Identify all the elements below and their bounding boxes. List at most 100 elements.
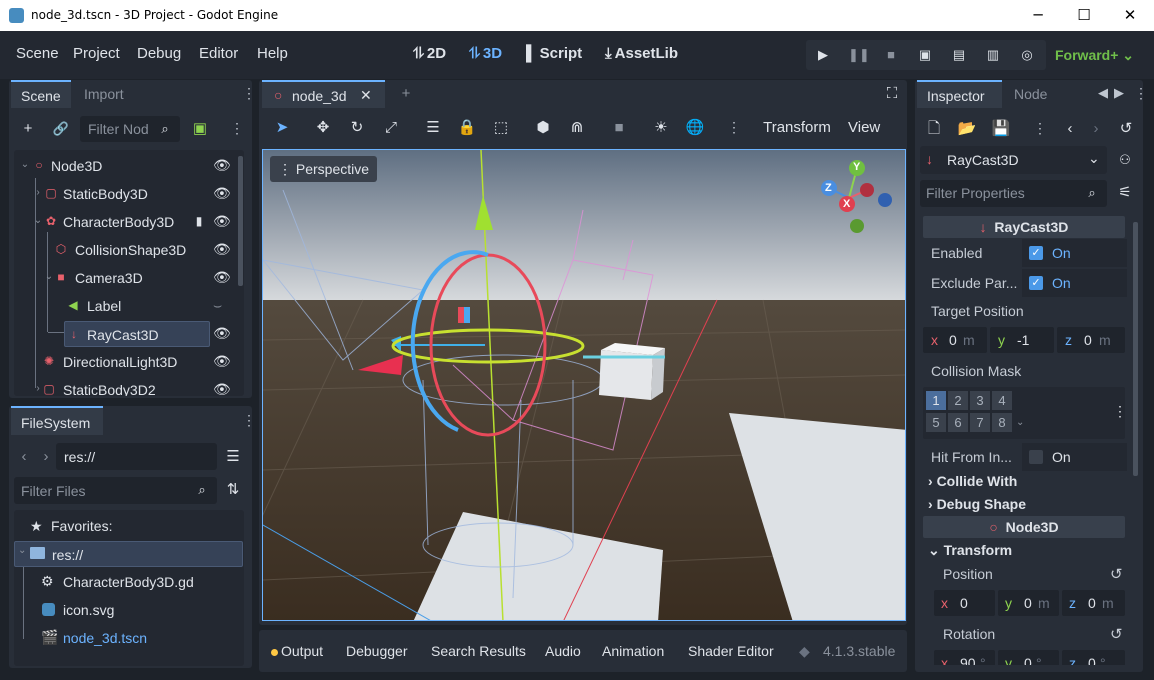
tree-raycast3d[interactable]: ↓ RayCast3D — [64, 321, 210, 347]
snap-icon[interactable]: ⋒ — [567, 116, 587, 140]
layer-options-icon[interactable]: ⋮ — [1113, 403, 1127, 420]
environment-preview-icon[interactable]: 🌐 — [685, 116, 705, 140]
target-x-field[interactable]: x 0 m — [923, 327, 987, 353]
tab-debugger[interactable]: Debugger — [346, 643, 408, 659]
transform-group[interactable]: ⌄ Transform — [928, 542, 1012, 559]
reset-icon[interactable]: ↺ — [1110, 565, 1123, 583]
file-row[interactable]: ⚙ CharacterBody3D.gd — [14, 569, 243, 595]
chevron-down-icon[interactable]: ⌄ — [31, 214, 45, 228]
tab-animation[interactable]: Animation — [602, 643, 664, 659]
tree-camera3d[interactable]: ⌄ ■ Camera3D 👁 — [10, 265, 236, 291]
sort-icon[interactable]: ⇅ — [223, 480, 243, 500]
select-tool-icon[interactable]: ➤ — [272, 116, 292, 140]
3d-viewport[interactable]: ⋮ Perspective Y Z X — [262, 149, 906, 621]
back-icon[interactable]: ‹ — [14, 447, 34, 467]
menu-debug[interactable]: Debug — [137, 45, 181, 62]
renderer-selector[interactable]: Forward+ ⌄ — [1055, 47, 1134, 64]
tree-node3d[interactable]: ⌄ ○ Node3D 👁 — [10, 153, 236, 179]
rotation-y-field[interactable]: y 0 ° — [998, 650, 1059, 665]
play-scene-icon[interactable]: ▤ — [950, 46, 968, 64]
position-y-field[interactable]: y 0 m — [998, 590, 1059, 616]
target-y-field[interactable]: y -1 — [990, 327, 1054, 353]
rotation-z-field[interactable]: z 0 ° — [1062, 650, 1125, 665]
sun-preview-icon[interactable]: ☀ — [651, 116, 671, 140]
chevron-down-icon[interactable]: ⌄ — [18, 545, 26, 556]
chevron-down-icon[interactable]: ⌄ — [1016, 417, 1024, 428]
forward-icon[interactable]: › — [36, 447, 56, 467]
dock-move-right-icon[interactable]: ▶ — [1114, 85, 1124, 101]
tab-audio[interactable]: Audio — [545, 643, 581, 659]
menu-help[interactable]: Help — [257, 45, 288, 62]
mask-layer-1[interactable]: 1 — [926, 391, 946, 410]
perspective-menu[interactable]: ⋮ Perspective — [270, 156, 378, 182]
open-folder-icon[interactable]: 📂 — [957, 119, 977, 139]
reset-icon[interactable]: ↺ — [1110, 625, 1123, 643]
split-view-icon[interactable]: ☰ — [223, 447, 243, 467]
lock-icon[interactable]: 🔒 — [457, 116, 477, 140]
workspace-2d-button[interactable]: ⥮ 2D — [413, 45, 446, 62]
view-gizmo[interactable]: Y Z X — [819, 158, 899, 238]
scale-tool-icon[interactable]: ⤢ — [381, 116, 401, 140]
hit-from-inside-checkbox[interactable] — [1029, 450, 1043, 464]
visibility-hidden-icon[interactable]: ⌣ — [213, 297, 222, 314]
move-tool-icon[interactable]: ✥ — [313, 116, 333, 140]
resource-options-icon[interactable]: ⋮ — [1033, 121, 1047, 137]
menu-project[interactable]: Project — [73, 45, 120, 62]
debug-shape-group[interactable]: › Debug Shape — [928, 496, 1026, 512]
visibility-eye-icon[interactable]: 👁 — [213, 269, 231, 286]
inspector-dock-menu-icon[interactable]: ⋮ — [1134, 86, 1148, 102]
dock-move-left-icon[interactable]: ◀ — [1098, 85, 1108, 101]
remote-debug-icon[interactable]: ▣ — [916, 46, 934, 64]
attach-script-icon[interactable]: ▣ — [190, 119, 210, 139]
transform-menu[interactable]: Transform — [762, 116, 832, 140]
collide-with-group[interactable]: › Collide With — [928, 473, 1017, 489]
play-custom-scene-icon[interactable]: ▥ — [984, 46, 1002, 64]
folder-res-row[interactable]: ⌄ res:// — [14, 541, 243, 567]
tab-node[interactable]: Node — [1014, 86, 1047, 102]
tree-characterbody3d[interactable]: ⌄ ✿ CharacterBody3D ▮ 👁 — [10, 209, 236, 235]
property-options-icon[interactable]: ⚟ — [1115, 183, 1135, 203]
tree-staticbody3d2[interactable]: › ▢ StaticBody3D2 👁 — [10, 377, 236, 396]
tab-inspector[interactable]: Inspector — [917, 80, 1002, 108]
documentation-icon[interactable]: ⚇ — [1115, 150, 1135, 170]
local-space-icon[interactable]: ⬢ — [533, 116, 553, 140]
movie-maker-icon[interactable]: ◎ — [1018, 46, 1036, 64]
tree-staticbody3d[interactable]: › ▢ StaticBody3D 👁 — [10, 181, 236, 207]
scene-options-icon[interactable]: ⋮ — [230, 121, 244, 137]
history-icon[interactable]: ↺ — [1116, 119, 1136, 139]
visibility-eye-icon[interactable]: 👁 — [213, 213, 231, 230]
viewport-menu-icon[interactable]: ⋮ — [727, 120, 741, 136]
inspector-scrollbar[interactable] — [1133, 222, 1138, 476]
mask-layer-8[interactable]: 8 — [992, 413, 1012, 432]
add-node-icon[interactable]: + — [18, 119, 38, 139]
mask-layer-3[interactable]: 3 — [970, 391, 990, 410]
tab-filesystem[interactable]: FileSystem — [11, 406, 103, 435]
workspace-script-button[interactable]: ▌ Script — [526, 45, 582, 62]
tree-label-node[interactable]: ◀ Label ⌣ — [10, 293, 236, 319]
mask-layer-7[interactable]: 7 — [970, 413, 990, 432]
list-select-icon[interactable]: ☰ — [423, 116, 443, 140]
new-resource-icon[interactable]: 🗋 — [924, 119, 944, 139]
view-menu[interactable]: View — [848, 116, 880, 140]
chevron-right-icon[interactable]: › — [31, 186, 45, 200]
visibility-eye-icon[interactable]: 👁 — [213, 185, 231, 202]
file-row[interactable]: 🎬 node_3d.tscn — [14, 625, 243, 651]
tree-collisionshape3d[interactable]: ⬡ CollisionShape3D 👁 — [10, 237, 236, 263]
tab-shader-editor[interactable]: Shader Editor — [688, 643, 774, 659]
mask-layer-4[interactable]: 4 — [992, 391, 1012, 410]
mask-layer-2[interactable]: 2 — [948, 391, 968, 410]
script-attached-icon[interactable]: ▮ — [192, 214, 206, 228]
visibility-eye-icon[interactable]: 👁 — [213, 353, 231, 370]
scene-tree-scrollbar[interactable] — [238, 156, 243, 286]
filesystem-menu-icon[interactable]: ⋮ — [242, 413, 256, 429]
visibility-eye-icon[interactable]: 👁 — [213, 157, 231, 174]
visibility-eye-icon[interactable]: 👁 — [213, 325, 231, 342]
maximize-button[interactable]: ☐ — [1061, 0, 1107, 31]
tab-output[interactable]: Output — [281, 643, 323, 659]
menu-scene[interactable]: Scene — [16, 45, 59, 62]
tab-search-results[interactable]: Search Results — [431, 643, 526, 659]
scene-dock-menu-icon[interactable]: ⋮ — [242, 86, 256, 102]
stop-icon[interactable]: ■ — [882, 46, 900, 64]
play-icon[interactable]: ▶ — [814, 46, 832, 64]
history-back-icon[interactable]: ‹ — [1060, 119, 1080, 139]
